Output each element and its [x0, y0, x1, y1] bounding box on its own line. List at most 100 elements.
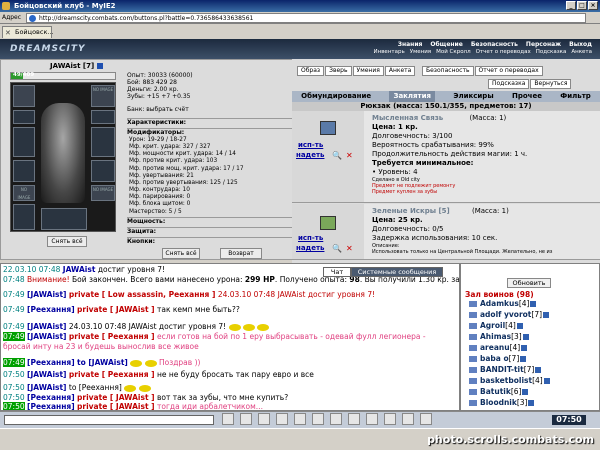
buttons-header[interactable]: Кнопки:: [127, 237, 307, 245]
chat-tab[interactable]: Чат: [323, 267, 351, 277]
pants-slot[interactable]: NO IMAGE: [91, 185, 115, 201]
use-link[interactable]: исп-ть: [298, 234, 323, 242]
tab-equipment[interactable]: Обмундирование: [301, 91, 371, 102]
send-icon[interactable]: [222, 413, 234, 425]
translit-icon[interactable]: [276, 413, 288, 425]
tab-skills[interactable]: Умения: [352, 66, 384, 76]
use-link[interactable]: исп-ть: [298, 141, 323, 149]
power-header[interactable]: Мощность:: [127, 217, 307, 225]
item-req-level: • Уровень: 4: [372, 168, 418, 176]
boots-slot[interactable]: [13, 204, 35, 230]
item-chance: Вероятность срабатывания: 99%: [372, 141, 494, 149]
system-messages-tab[interactable]: Системные сообщения: [351, 267, 443, 277]
earring-slot[interactable]: NO IMAGE: [91, 85, 115, 107]
weapon-slot[interactable]: [13, 127, 35, 157]
nav-item[interactable]: Общение: [430, 41, 462, 49]
info-icon[interactable]: [96, 63, 103, 69]
refresh-icon[interactable]: [312, 413, 324, 425]
speed-icon[interactable]: [330, 413, 342, 425]
close-tab-icon[interactable]: ✕: [5, 28, 11, 39]
user-entry[interactable]: baba o[7]: [469, 354, 527, 364]
subnav-item[interactable]: Анкета: [571, 49, 592, 57]
inventory-category-tabs: Обмундирование Заклятия Эликсиры Прочее …: [292, 91, 600, 102]
armor-slot[interactable]: [13, 160, 35, 182]
address-input[interactable]: http://dreamscity.combats.com/buttons.pl…: [26, 13, 586, 23]
nav-item[interactable]: Выход: [569, 41, 592, 49]
user-entry[interactable]: BANDIT-tit[7]: [469, 365, 542, 375]
user-entry[interactable]: Agroil[4]: [469, 321, 523, 331]
modifier-row: Мф. против мощ. крит. удара: 17 / 17: [129, 165, 244, 172]
character-nick: JAWAist [7]: [50, 62, 103, 70]
wear-link[interactable]: надеть: [296, 244, 324, 252]
helmet-slot[interactable]: [13, 85, 35, 107]
belt-slot[interactable]: NO IMAGE: [13, 185, 35, 201]
undress-button[interactable]: Снять всё: [47, 236, 87, 247]
subnav-item[interactable]: Умения: [410, 49, 431, 57]
window-title: Бойцовский клуб - MyIE2: [14, 2, 116, 10]
chat-line: бросай инту на 23 и будешь вынослив все …: [3, 342, 199, 351]
tab-security[interactable]: Безопасность: [422, 66, 474, 76]
wear-link[interactable]: надеть: [296, 151, 324, 159]
scroll-slots[interactable]: [41, 208, 87, 230]
modifiers-header[interactable]: Модификаторы:: [127, 128, 307, 136]
subnav-item[interactable]: Отчет о переводах: [476, 49, 531, 57]
sound-icon[interactable]: [348, 413, 360, 425]
user-entry[interactable]: Adamkus[4]: [469, 299, 537, 309]
stop-icon[interactable]: [366, 413, 378, 425]
gloves-slot[interactable]: [91, 110, 115, 124]
tab-transfers[interactable]: Отчет о переводах: [474, 66, 543, 76]
nav-item[interactable]: Персонаж: [526, 41, 561, 49]
exit-icon[interactable]: [420, 413, 432, 425]
nav-item[interactable]: Знания: [398, 41, 423, 49]
item-durability: Долговечность: 0/5: [372, 225, 444, 233]
chat-input[interactable]: [4, 415, 214, 425]
experience-stats: Опыт: 30033 (60000) Бой: 883 429 28 День…: [127, 72, 193, 113]
user-entry[interactable]: basketbolist[4]: [469, 376, 550, 386]
game-top-nav: Знания Общение Безопасность Персонаж Вых…: [398, 41, 592, 49]
characteristics-header[interactable]: Характеристики:: [127, 118, 307, 126]
clear-icon[interactable]: [240, 413, 252, 425]
tab-hint[interactable]: Подсказка: [488, 79, 530, 89]
subnav-item[interactable]: Инвентарь: [373, 49, 404, 57]
tab-return[interactable]: Вернуться: [530, 79, 572, 89]
tab-beast[interactable]: Зверь: [325, 66, 352, 76]
tab-other[interactable]: Прочее: [512, 91, 542, 102]
back-button[interactable]: Возврат: [220, 248, 262, 259]
user-entry[interactable]: Ahimas[3]: [469, 332, 529, 342]
settings-icon[interactable]: [402, 413, 414, 425]
browser-tab[interactable]: ✕ Бойцовск...: [2, 26, 54, 39]
tab-image[interactable]: Образ: [297, 66, 325, 76]
user-entry[interactable]: adolf yvorot[7]: [469, 310, 550, 320]
chat-window[interactable]: 22.03.10 07:48 JAWAist достиг уровня 7! …: [0, 263, 460, 411]
undress-all-button[interactable]: Снять всё: [162, 248, 200, 259]
close-button[interactable]: ×: [588, 1, 598, 10]
smile-icon[interactable]: [258, 413, 270, 425]
nav-item[interactable]: Безопасность: [471, 41, 518, 49]
bank-link[interactable]: Банк: выбрать счёт: [127, 106, 193, 113]
tab-elixirs[interactable]: Эликсиры: [453, 91, 493, 102]
info-icon[interactable]: 🔍: [332, 244, 342, 253]
battles-line: Бой: 883 429 28: [127, 79, 177, 86]
user-entry[interactable]: Bloodnik[3]: [469, 398, 535, 408]
maximize-button[interactable]: □: [577, 1, 587, 10]
user-entry[interactable]: Batutik[6]: [469, 387, 529, 397]
info-icon[interactable]: 🔍: [332, 151, 342, 160]
user-entry[interactable]: areanu[4]: [469, 343, 528, 353]
delete-icon[interactable]: ✕: [346, 244, 353, 253]
list-icon[interactable]: [384, 413, 396, 425]
ring-slot[interactable]: [91, 160, 115, 182]
tab-spells[interactable]: Заклятия: [389, 91, 435, 102]
filter-icon[interactable]: [294, 413, 306, 425]
tab-anketa[interactable]: Анкета: [384, 66, 416, 76]
item-name[interactable]: Зеленые Искры [5]: [372, 207, 450, 215]
delete-icon[interactable]: ✕: [346, 151, 353, 160]
minimize-button[interactable]: _: [566, 1, 576, 10]
tab-filter[interactable]: Фильтр: [560, 91, 590, 102]
shield-slot[interactable]: [91, 127, 115, 157]
protection-header[interactable]: Защита:: [127, 227, 307, 235]
refresh-button[interactable]: Обновить: [507, 278, 551, 288]
necklace-slot[interactable]: [13, 110, 35, 124]
item-name[interactable]: Мысленная Связь: [372, 114, 443, 122]
subnav-item[interactable]: Подсказка: [536, 49, 567, 57]
subnav-item[interactable]: Мой Скролл: [436, 49, 470, 57]
